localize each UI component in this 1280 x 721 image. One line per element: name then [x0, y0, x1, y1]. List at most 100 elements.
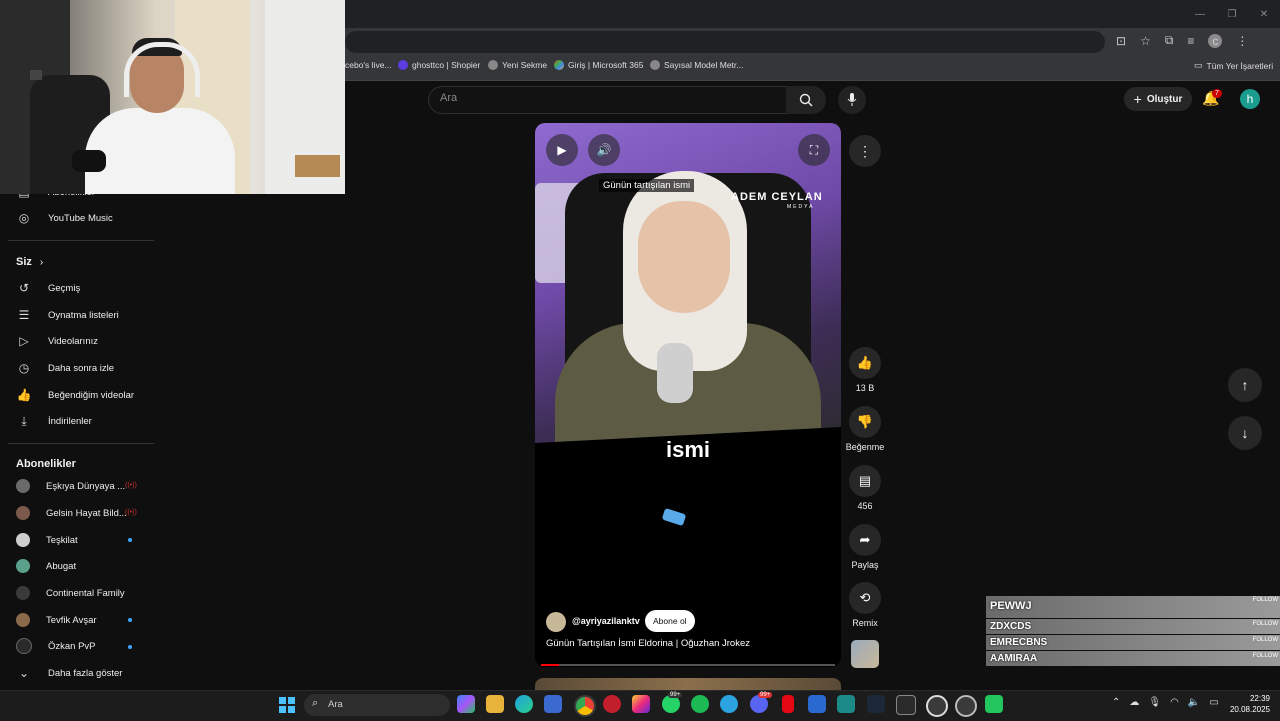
microphone-icon — [847, 93, 857, 106]
chrome-icon[interactable] — [574, 695, 596, 717]
install-app-icon[interactable]: ⊡ — [1116, 34, 1126, 48]
next-short-button[interactable]: ↓ — [1228, 416, 1262, 450]
epic-games-icon[interactable] — [896, 695, 916, 715]
photos-icon[interactable] — [837, 695, 855, 713]
subscription-item[interactable]: Teşkilat — [16, 530, 78, 550]
live-icon: ((•)) — [125, 482, 137, 489]
microphone-icon[interactable]: 🎙 — [1148, 697, 1161, 708]
sidebar-item-playlists[interactable]: ☰ Oynatma listeleri — [16, 305, 119, 325]
edge-icon[interactable] — [515, 695, 533, 713]
video-title[interactable]: Günün Tartışılan İsmi Eldorina | Oğuzhan… — [546, 638, 750, 649]
more-options-button[interactable]: ⋮ — [849, 135, 881, 167]
search-button[interactable] — [786, 86, 826, 114]
chevron-right-icon: › — [39, 256, 44, 268]
like-button[interactable]: 👍 — [849, 347, 881, 379]
extensions-icon[interactable]: ⧉ — [1165, 33, 1174, 48]
volume-icon: 🔊 — [596, 143, 612, 157]
sidebar-item-downloads[interactable]: ⤓ İndirilenler — [16, 411, 92, 431]
bookmark-star-icon[interactable]: ☆ — [1140, 34, 1151, 48]
search-input[interactable] — [428, 86, 788, 114]
bookmark-item[interactable]: cebo's live... — [345, 60, 392, 70]
voice-search-button[interactable] — [838, 86, 866, 114]
sidebar-item-label: İndirilenler — [48, 415, 92, 427]
progress-track[interactable] — [541, 664, 835, 666]
app-icon[interactable] — [985, 695, 1003, 713]
steam-icon[interactable] — [867, 695, 885, 713]
comments-button[interactable]: ▤ — [849, 465, 881, 497]
subscribe-button[interactable]: Abone ol — [645, 610, 695, 632]
file-explorer-icon[interactable] — [486, 695, 504, 713]
bookmark-item[interactable]: Yeni Sekme — [488, 60, 547, 70]
sidebar-item-history[interactable]: ↺ Geçmiş — [16, 278, 80, 298]
bookmark-item[interactable]: ghosttco | Shopier — [398, 60, 480, 70]
sidebar-item-youtube-music[interactable]: ◎ YouTube Music — [16, 208, 113, 228]
follower-tag: FOLLOW — [1252, 653, 1278, 659]
fullscreen-icon: ⛶ — [809, 142, 819, 157]
remix-button[interactable]: ⟲ — [849, 582, 881, 614]
sidebar-item-liked-videos[interactable]: 👍 Beğendiğim videolar — [16, 385, 135, 405]
calculator-icon[interactable] — [808, 695, 826, 713]
arrow-down-icon: ↓ — [1241, 425, 1249, 441]
fullscreen-button[interactable]: ⛶ — [798, 134, 830, 166]
channel-avatar[interactable] — [546, 612, 566, 632]
subscription-item[interactable]: Tevfik Avşar — [16, 610, 97, 630]
volume-icon[interactable]: 🔈 — [1188, 697, 1200, 708]
browser-menu-icon[interactable]: ⋮ — [1236, 34, 1248, 48]
dislike-action[interactable]: 👎 Beğenme — [843, 406, 887, 452]
dislike-button[interactable]: 👎 — [849, 406, 881, 438]
subscription-item[interactable]: Eşkıya Dünyaya ... — [16, 476, 125, 496]
opera-icon[interactable] — [603, 695, 621, 713]
share-button[interactable]: ➦ — [849, 524, 881, 556]
create-button[interactable]: + Oluştur — [1124, 87, 1192, 111]
settings-gear-icon[interactable] — [926, 695, 948, 717]
media-queue-icon[interactable]: ≡ — [1187, 34, 1194, 48]
instagram-icon[interactable] — [632, 695, 650, 713]
sidebar-you-heading[interactable]: Siz › — [16, 256, 43, 268]
obs-icon[interactable] — [955, 695, 977, 717]
url-field[interactable] — [345, 31, 1105, 53]
whatsapp-badge: 99+ — [668, 692, 683, 698]
subscription-label: Özkan PvP — [48, 640, 96, 652]
windows-start-icon[interactable] — [279, 697, 295, 713]
previous-short-button[interactable]: ↑ — [1228, 368, 1262, 402]
subscription-item[interactable]: Özkan PvP — [16, 636, 96, 656]
sidebar-item-your-videos[interactable]: ▷ Videolarınız — [16, 331, 98, 351]
follower-tag: FOLLOW — [1252, 637, 1278, 643]
subscription-item[interactable]: Continental Family — [16, 583, 125, 603]
sidebar-item-watch-later[interactable]: ◷ Daha sonra izle — [16, 358, 114, 378]
browser-toolbar-icons: ⊡ ☆ ⧉ ≡ c ⋮ — [1116, 33, 1248, 48]
play-button[interactable]: ▶ — [546, 134, 578, 166]
wifi-icon[interactable]: ◠ — [1170, 697, 1179, 708]
subscription-label: Gelsin Hayat Bild... — [46, 507, 127, 519]
cloud-off-icon[interactable]: ☁ — [1129, 697, 1139, 708]
shorts-video-player[interactable]: Günün tartışılan ismi ADEM CEYLAN MEDYA … — [535, 123, 841, 667]
spotify-icon[interactable] — [691, 695, 709, 713]
sidebar-show-more[interactable]: ⌄ Daha fazla göster — [16, 663, 123, 683]
minimize-button[interactable]: — — [1184, 0, 1216, 28]
chevron-up-icon[interactable]: ⌃ — [1112, 697, 1120, 708]
maximize-button[interactable]: ❐ — [1216, 0, 1248, 28]
browser-profile-avatar[interactable]: c — [1208, 33, 1223, 48]
taskbar-clock[interactable]: 22:39 20.08.2025 — [1226, 693, 1270, 715]
headphones-icon — [124, 42, 200, 97]
copilot-icon[interactable] — [457, 695, 475, 713]
bookmark-item[interactable]: Giriş | Microsoft 365 — [554, 60, 643, 70]
battery-icon[interactable]: ▭ — [1209, 697, 1218, 708]
bookmark-item[interactable]: Sayısal Model Metr... — [650, 60, 743, 70]
all-bookmarks-folder[interactable]: ▭ Tüm Yer İşaretleri — [1194, 60, 1273, 71]
subscription-item[interactable]: Abugat — [16, 556, 76, 576]
netflix-icon[interactable] — [782, 695, 794, 713]
subscription-item[interactable]: Gelsin Hayat Bild... — [16, 503, 127, 523]
comments-action[interactable]: ▤ 456 — [843, 465, 887, 511]
share-action[interactable]: ➦ Paylaş — [843, 524, 887, 570]
account-avatar[interactable]: h — [1240, 89, 1260, 109]
remix-action[interactable]: ⟲ Remix — [843, 582, 887, 628]
skype-icon[interactable] — [720, 695, 738, 713]
taskbar-search-box[interactable] — [304, 694, 450, 716]
close-window-button[interactable]: ✕ — [1248, 0, 1280, 28]
store-icon[interactable] — [544, 695, 562, 713]
sound-thumbnail[interactable] — [851, 640, 879, 668]
mute-button[interactable]: 🔊 — [588, 134, 620, 166]
like-action[interactable]: 👍 13 B — [843, 347, 887, 393]
channel-name[interactable]: @ayriyazilanktv — [572, 616, 640, 626]
